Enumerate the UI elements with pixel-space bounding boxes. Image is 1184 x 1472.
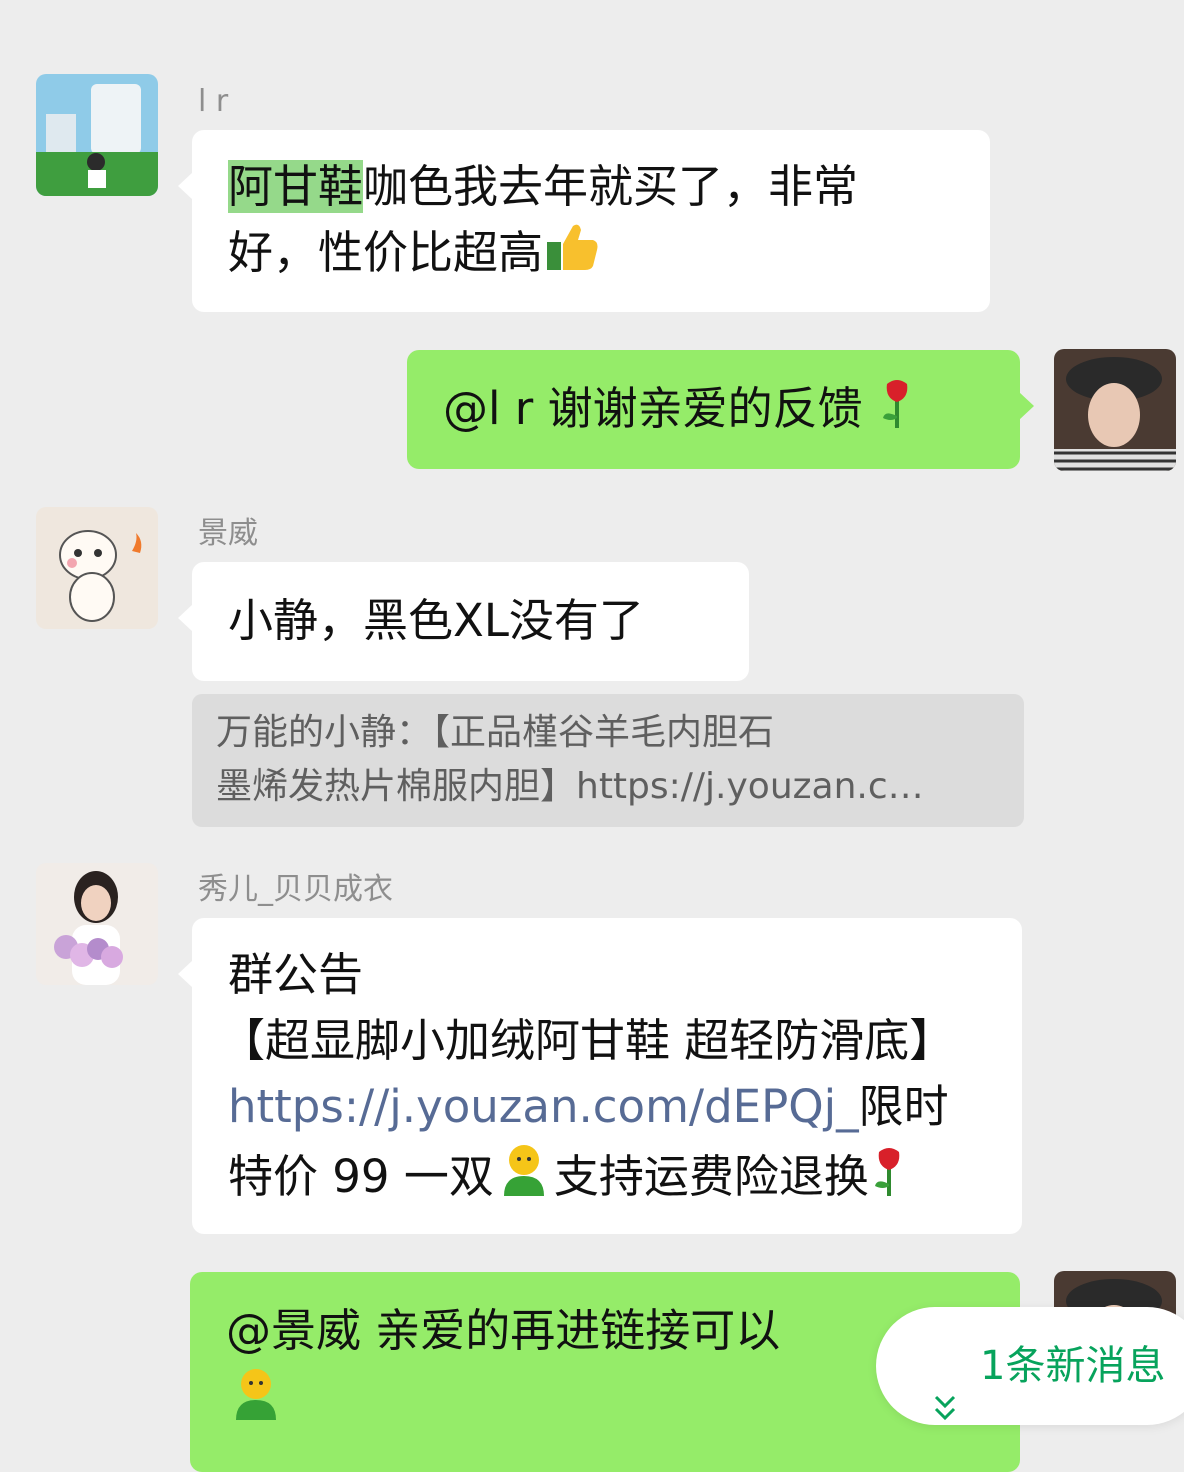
message-text: @景威 亲爱的再进链接可以 xyxy=(226,1304,781,1357)
smiley-person-icon xyxy=(494,1140,554,1216)
message-text: 小静，黑色XL没有了 xyxy=(228,594,644,647)
new-message-button[interactable]: 1条新消息 xyxy=(876,1307,1184,1425)
thumbs-up-icon xyxy=(543,220,601,292)
message-text: 好，性价比超高 xyxy=(228,226,544,279)
rose-icon xyxy=(877,376,917,448)
avatar-lr[interactable] xyxy=(36,74,158,196)
sender-name: 秀儿_贝贝成衣 xyxy=(198,872,393,907)
new-message-label: 1条新消息 xyxy=(980,1343,1166,1389)
message-text: 【超显脚小加绒阿甘鞋 超轻防滑底】 xyxy=(220,1014,955,1067)
message-text: 群公告 xyxy=(228,948,364,1001)
message-bubble[interactable]: 小静，黑色XL没有了 xyxy=(178,562,749,681)
smiley-person-icon xyxy=(226,1364,286,1440)
rose-icon xyxy=(869,1144,909,1216)
search-highlight: 阿甘鞋 xyxy=(228,160,364,213)
avatar-xiuer[interactable] xyxy=(36,863,158,985)
quote-text: 墨烯发热片棉服内胆】https://j.youzan.c… xyxy=(216,766,924,807)
message-text: @l r 谢谢亲爱的反馈 xyxy=(443,382,863,435)
double-chevron-down-icon xyxy=(932,1351,958,1469)
message-bubble[interactable]: 阿甘鞋咖色我去年就买了，非常 好，性价比超高 xyxy=(178,130,990,312)
message-text: 支持运费险退换 xyxy=(553,1150,869,1203)
quoted-message[interactable]: 万能的小静：【正品槿谷羊毛内胆石 墨烯发热片棉服内胆】https://j.you… xyxy=(192,694,1024,827)
message-text: 特价 99 一双 xyxy=(228,1150,494,1203)
message-link[interactable]: https://j.youzan.com/dEPQj_ xyxy=(228,1080,859,1133)
message-bubble[interactable]: 群公告 【超显脚小加绒阿甘鞋 超轻防滑底】 https://j.youzan.c… xyxy=(178,918,1022,1234)
avatar-self[interactable] xyxy=(1054,349,1176,471)
sender-name: l r xyxy=(198,84,229,119)
quote-text: 万能的小静：【正品槿谷羊毛内胆石 xyxy=(216,712,775,753)
message-bubble-outgoing[interactable]: @l r 谢谢亲爱的反馈 xyxy=(407,350,1034,469)
message-text: 限时 xyxy=(858,1080,949,1133)
message-text: 咖色我去年就买了，非常 xyxy=(363,160,859,213)
avatar-jingwei[interactable] xyxy=(36,507,158,629)
sender-name: 景威 xyxy=(198,516,258,551)
